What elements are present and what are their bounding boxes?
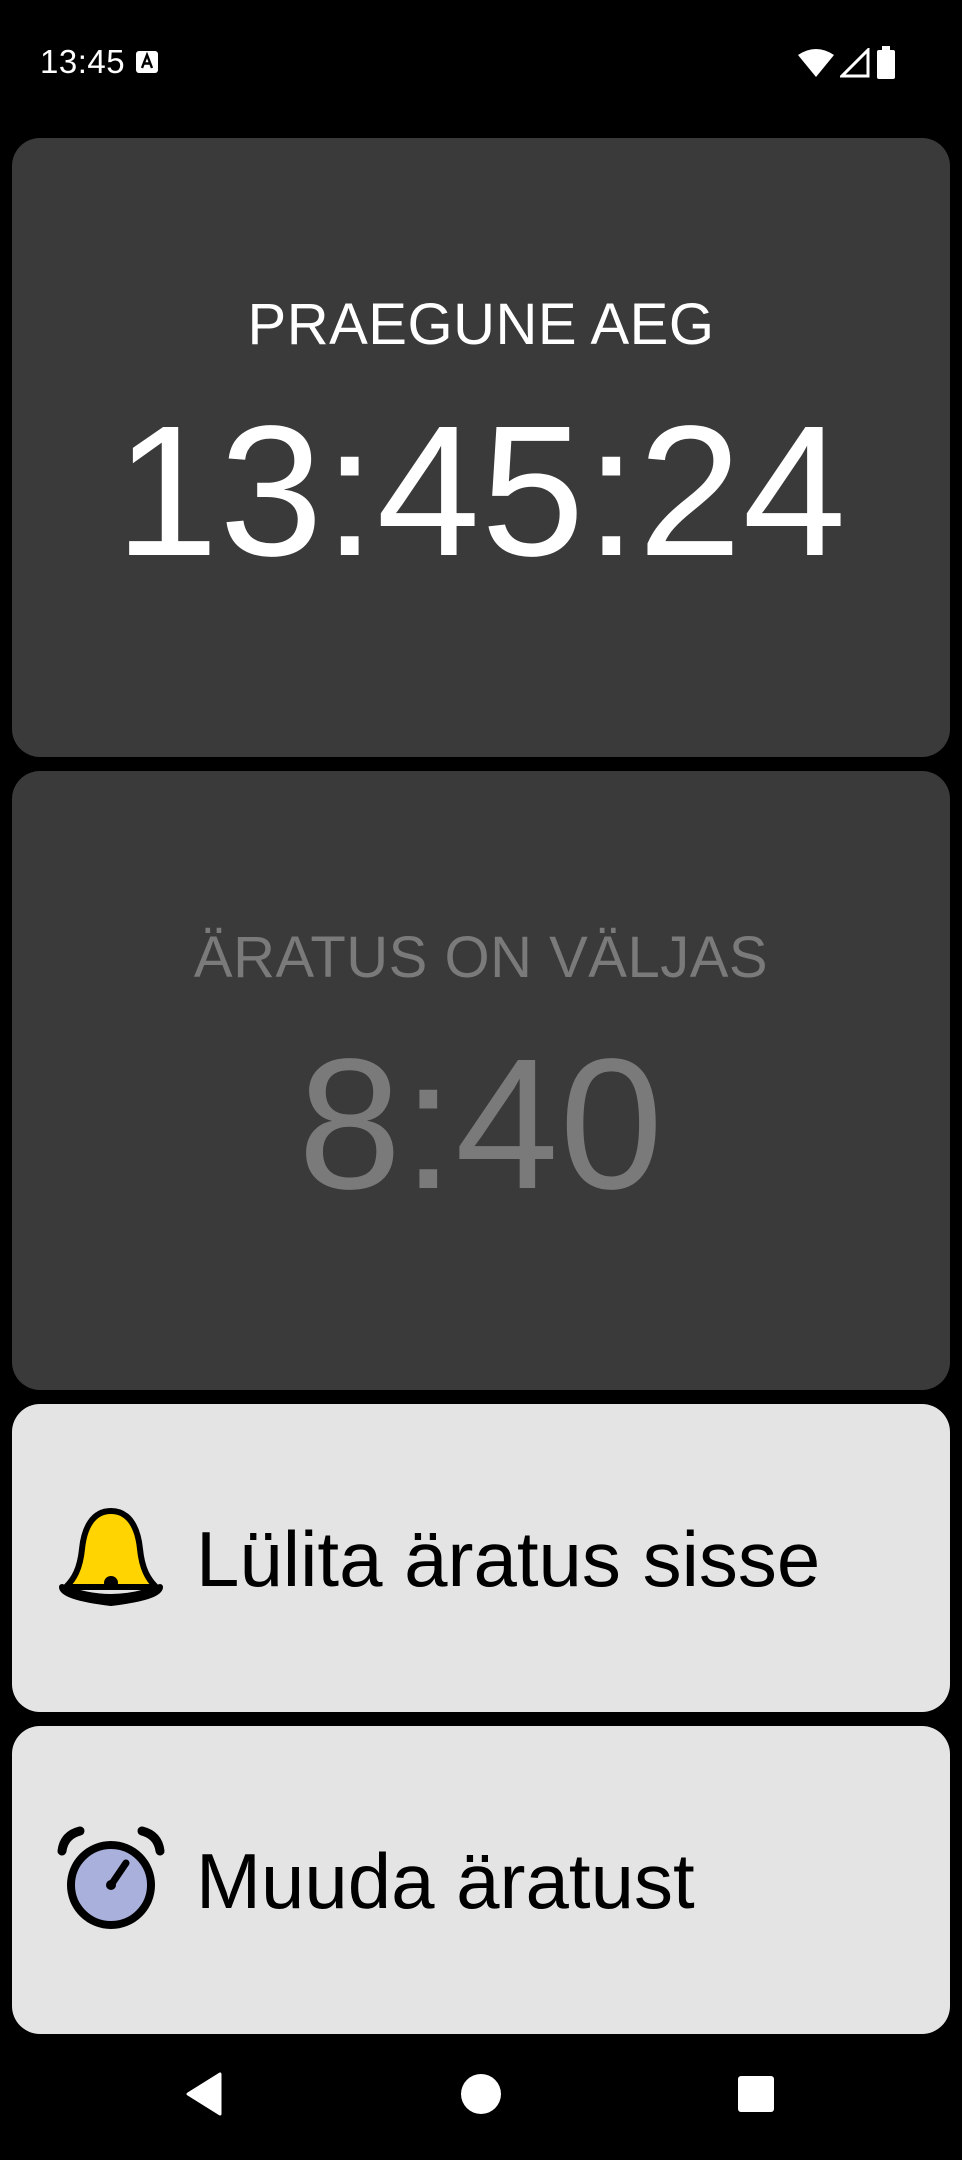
- wifi-icon: [798, 49, 834, 77]
- status-bar: 13:45: [0, 0, 962, 128]
- status-time: 13:45: [40, 43, 126, 80]
- change-alarm-button[interactable]: Muuda äratust: [12, 1726, 950, 2034]
- back-icon: [186, 2072, 222, 2116]
- cellular-signal-icon: [840, 48, 870, 78]
- alarm-clock-icon: [57, 1826, 165, 1929]
- toggle-alarm-button[interactable]: Lülita äratus sisse: [12, 1404, 950, 1712]
- recents-icon: [738, 2076, 774, 2112]
- recents-button[interactable]: [726, 2064, 786, 2124]
- change-alarm-label: Muuda äratust: [196, 1837, 695, 1925]
- home-button[interactable]: [451, 2064, 511, 2124]
- current-time-value: 13:45:24: [114, 388, 848, 595]
- battery-icon: [877, 46, 895, 79]
- alarm-time-value: 8:40: [297, 1021, 664, 1228]
- status-icons: [798, 46, 896, 80]
- current-time-card: PRAEGUNE AEG 13:45:24: [12, 138, 950, 757]
- toggle-alarm-label: Lülita äratus sisse: [196, 1515, 821, 1603]
- navigation-bar: [0, 2034, 962, 2160]
- home-icon: [461, 2074, 501, 2114]
- alarm-status-card: ÄRATUS ON VÄLJAS 8:40: [12, 771, 950, 1390]
- app-notification-icon: [136, 51, 158, 73]
- bell-icon: [59, 1508, 163, 1606]
- back-button[interactable]: [174, 2064, 234, 2124]
- current-time-label: PRAEGUNE AEG: [247, 292, 715, 357]
- alarm-status-label: ÄRATUS ON VÄLJAS: [193, 925, 769, 990]
